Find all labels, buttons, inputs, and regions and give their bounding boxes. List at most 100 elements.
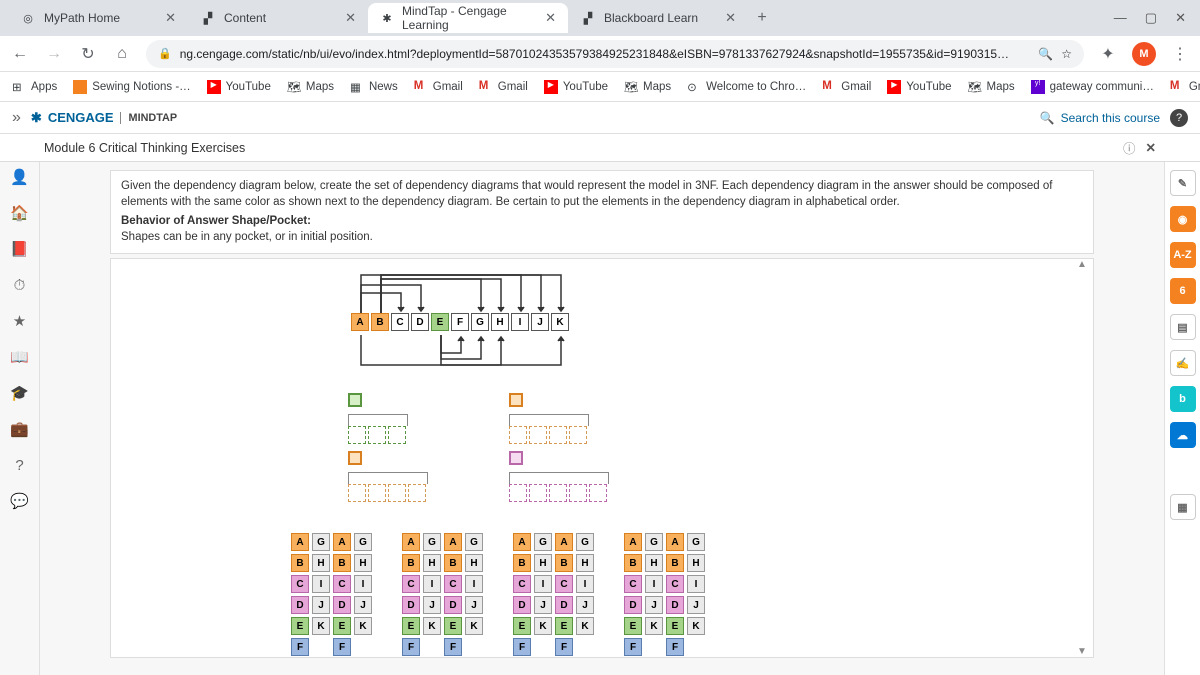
bookmark-item[interactable]: ▶YouTube — [887, 80, 951, 94]
zoom-icon[interactable]: 🔍 — [1038, 47, 1053, 61]
pocket-slot[interactable] — [569, 484, 587, 502]
tile-B[interactable]: B — [402, 554, 420, 572]
tile-E[interactable]: E — [513, 617, 531, 635]
tile-K[interactable]: K — [645, 617, 663, 635]
tile-F[interactable]: F — [291, 638, 309, 656]
tile-A[interactable]: A — [333, 533, 351, 551]
tile-C[interactable]: C — [513, 575, 531, 593]
tile-B[interactable]: B — [291, 554, 309, 572]
tile-C[interactable]: C — [555, 575, 573, 593]
tab-content[interactable]: ▞Content✕ — [188, 3, 368, 33]
tile-I[interactable]: I — [312, 575, 330, 593]
tile-A[interactable]: A — [444, 533, 462, 551]
bookmark-item[interactable]: 🗺Maps — [287, 80, 334, 94]
tile-H[interactable]: H — [687, 554, 705, 572]
tile-E[interactable]: E — [666, 617, 684, 635]
bookmark-apps[interactable]: ⊞Apps — [12, 80, 57, 94]
bookmark-item[interactable]: MGmail — [1170, 80, 1200, 94]
tile-G[interactable]: G — [534, 533, 552, 551]
tile-B[interactable]: B — [555, 554, 573, 572]
pocket-slot[interactable] — [388, 426, 406, 444]
tile-D[interactable]: D — [513, 596, 531, 614]
scroll-up-icon[interactable]: ▲ — [1077, 259, 1091, 270]
tile-J[interactable]: J — [687, 596, 705, 614]
sidebar-chat-icon[interactable]: 💬 — [11, 492, 29, 510]
tile-A[interactable]: A — [555, 533, 573, 551]
tile-F[interactable]: F — [513, 638, 531, 656]
menu-icon[interactable]: ⋮ — [1170, 44, 1190, 64]
tile-I[interactable]: I — [465, 575, 483, 593]
pocket-slots[interactable] — [348, 426, 408, 444]
pocket-handle-icon[interactable] — [509, 393, 523, 407]
star-icon[interactable]: ☆ — [1061, 47, 1072, 61]
tile-C[interactable]: C — [624, 575, 642, 593]
tile-J[interactable]: J — [645, 596, 663, 614]
course-search[interactable]: 🔍 Search this course — [1040, 111, 1160, 125]
pocket-slot[interactable] — [569, 426, 587, 444]
pocket-slot[interactable] — [549, 484, 567, 502]
tile-B[interactable]: B — [444, 554, 462, 572]
pocket-slot[interactable] — [529, 484, 547, 502]
tile-F[interactable]: F — [444, 638, 462, 656]
address-bar[interactable]: 🔒 ng.cengage.com/static/nb/ui/evo/index.… — [146, 40, 1084, 68]
sidebar-star-icon[interactable]: ★ — [11, 312, 29, 330]
diagram-canvas[interactable]: ABCDEFGHIJK AGAGBHBHCICIDJDJEKEKFFAGAGBH… — [110, 258, 1094, 658]
tile-G[interactable]: G — [687, 533, 705, 551]
tile-E[interactable]: E — [624, 617, 642, 635]
bookmark-item[interactable]: MGmail — [822, 80, 871, 94]
close-icon[interactable]: ✕ — [345, 10, 356, 26]
window-close[interactable]: ✕ — [1175, 10, 1186, 26]
bookmark-item[interactable]: 🗺Maps — [968, 80, 1015, 94]
pocket-handle-icon[interactable] — [509, 451, 523, 465]
tile-K[interactable]: K — [465, 617, 483, 635]
tile-K[interactable]: K — [534, 617, 552, 635]
tile-F[interactable]: F — [666, 638, 684, 656]
right-tool-3[interactable]: 6 — [1170, 278, 1196, 304]
right-tool-6[interactable]: b — [1170, 386, 1196, 412]
tile-G[interactable]: G — [423, 533, 441, 551]
tile-D[interactable]: D — [666, 596, 684, 614]
sidebar-help-icon[interactable]: ? — [11, 456, 29, 474]
tile-K[interactable]: K — [576, 617, 594, 635]
tile-E[interactable]: E — [333, 617, 351, 635]
right-tool-5[interactable]: ✍ — [1170, 350, 1196, 376]
tile-J[interactable]: J — [465, 596, 483, 614]
tile-K[interactable]: K — [312, 617, 330, 635]
tile-H[interactable]: H — [423, 554, 441, 572]
pocket-slot[interactable] — [549, 426, 567, 444]
tile-A[interactable]: A — [666, 533, 684, 551]
tile-I[interactable]: I — [423, 575, 441, 593]
tile-K[interactable]: K — [687, 617, 705, 635]
sidebar-briefcase-icon[interactable]: 💼 — [11, 420, 29, 438]
tile-C[interactable]: C — [444, 575, 462, 593]
tile-E[interactable]: E — [444, 617, 462, 635]
tile-H[interactable]: H — [576, 554, 594, 572]
tile-B[interactable]: B — [624, 554, 642, 572]
tile-D[interactable]: D — [291, 596, 309, 614]
tile-I[interactable]: I — [354, 575, 372, 593]
tile-F[interactable]: F — [333, 638, 351, 656]
tile-J[interactable]: J — [354, 596, 372, 614]
tile-H[interactable]: H — [312, 554, 330, 572]
tile-D[interactable]: D — [402, 596, 420, 614]
profile-avatar[interactable]: M — [1132, 42, 1156, 66]
right-tool-4[interactable]: ▤ — [1170, 314, 1196, 340]
pocket-slot[interactable] — [408, 484, 426, 502]
tile-I[interactable]: I — [687, 575, 705, 593]
tile-F[interactable]: F — [402, 638, 420, 656]
tile-C[interactable]: C — [402, 575, 420, 593]
answer-pocket-1[interactable] — [509, 393, 589, 444]
bookmark-item[interactable]: ▦News — [350, 80, 398, 94]
tile-G[interactable]: G — [576, 533, 594, 551]
tile-J[interactable]: J — [423, 596, 441, 614]
right-tool-7[interactable]: ☁ — [1170, 422, 1196, 448]
tile-F[interactable]: F — [555, 638, 573, 656]
extensions-icon[interactable]: ✦ — [1098, 44, 1118, 64]
right-tool-9[interactable]: ▦ — [1170, 494, 1196, 520]
pocket-handle-icon[interactable] — [348, 393, 362, 407]
pocket-slot[interactable] — [509, 484, 527, 502]
new-tab-button[interactable]: + — [748, 9, 776, 27]
right-tool-10[interactable]: ◯ — [1170, 530, 1196, 556]
right-tool-1[interactable]: ◉ — [1170, 206, 1196, 232]
pocket-slot[interactable] — [348, 484, 366, 502]
